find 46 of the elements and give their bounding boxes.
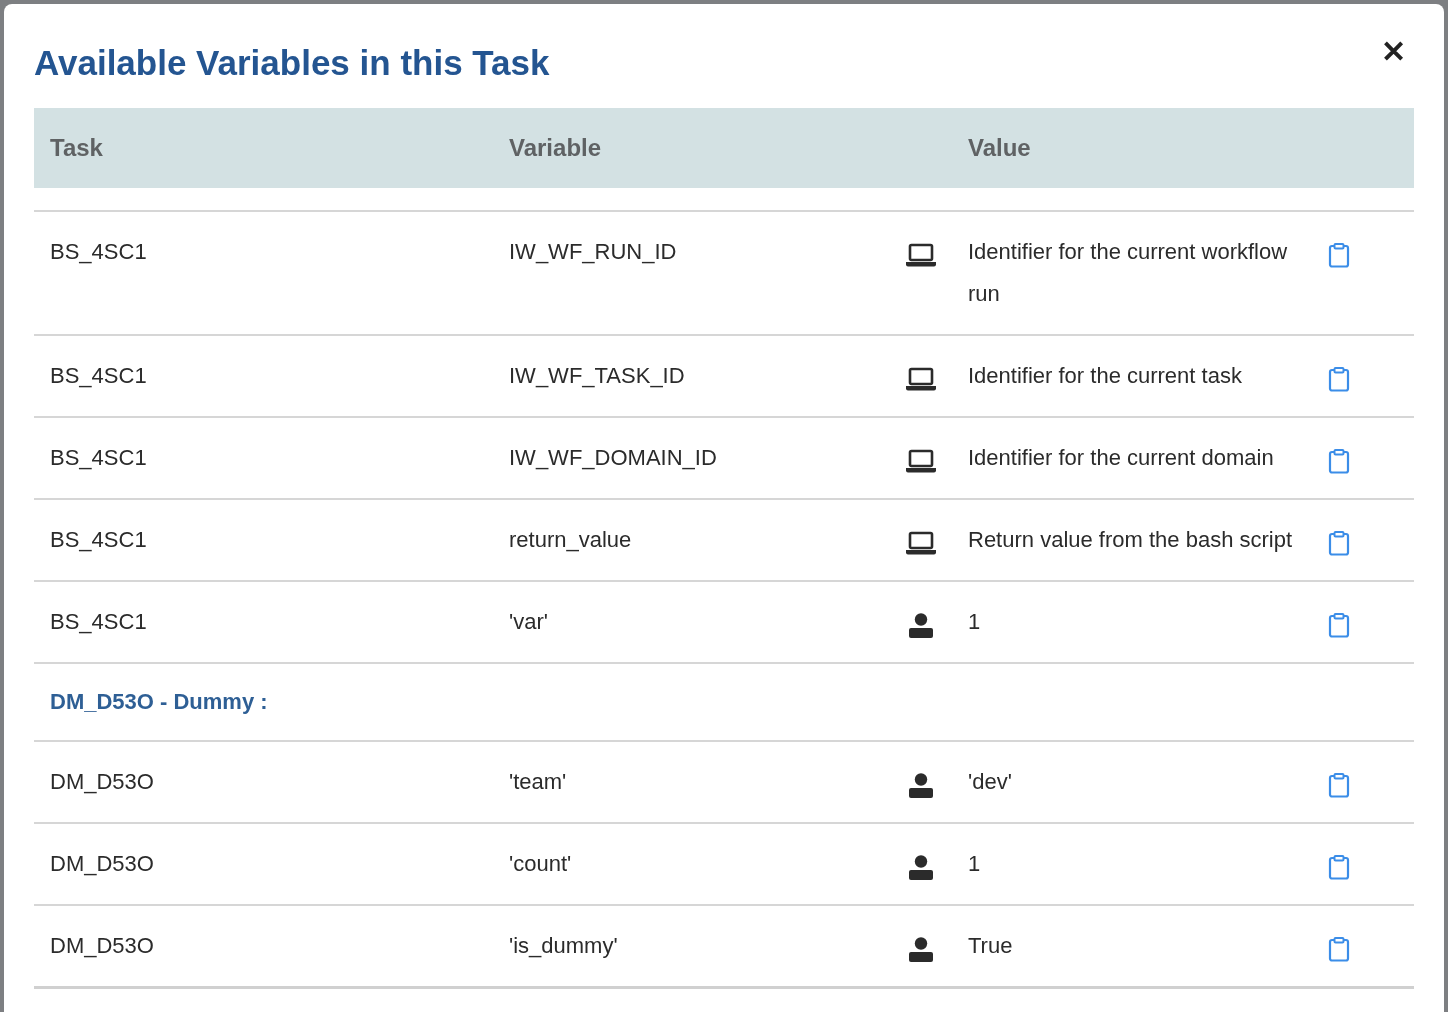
variable-cell-text: 'count' [508, 850, 573, 878]
value-cell-text: Identifier for the current domain [967, 444, 1275, 472]
laptop-icon [906, 243, 936, 267]
value-cell-text: 1 [967, 608, 982, 636]
value-cell-text: 'dev' [967, 768, 1013, 796]
laptop-icon [906, 531, 936, 555]
clipboard-icon[interactable] [1328, 612, 1350, 638]
close-button[interactable]: ✕ [1373, 33, 1414, 69]
group-heading: DM_D53O - Dummy : [50, 688, 269, 716]
task-cell-text: BS_4SC1 [49, 238, 148, 266]
variable-cell-text: 'is_dummy' [508, 932, 619, 960]
clipboard-icon[interactable] [1328, 772, 1350, 798]
value-cell-text: Identifier for the current task [967, 362, 1243, 390]
user-icon [909, 937, 933, 962]
variable-cell-text: IW_WF_RUN_ID [508, 238, 678, 266]
task-cell-text: BS_4SC1 [49, 444, 148, 472]
task-cell-text: BS_4SC1 [49, 362, 148, 390]
task-cell-text: BS_4SC1 [49, 526, 148, 554]
user-icon [909, 855, 933, 880]
value-cell-text: True [967, 932, 1014, 960]
task-cell-text: DM_D53O [49, 850, 155, 878]
task-cell-text: DM_D53O [49, 932, 155, 960]
clipboard-icon[interactable] [1328, 530, 1350, 556]
laptop-icon [906, 367, 936, 391]
value-cell-text: Return value from the bash script [967, 526, 1294, 554]
user-icon [909, 773, 933, 798]
column-header: Task [49, 134, 104, 162]
variable-cell-text: return_value [508, 526, 633, 554]
variable-cell-text: IW_WF_DOMAIN_ID [508, 444, 718, 472]
value-cell-text: 1 [967, 850, 982, 878]
modal-title: Available Variables in this Task [34, 42, 550, 83]
user-icon [909, 613, 933, 638]
variable-cell-text: 'team' [508, 768, 568, 796]
task-cell-text: BS_4SC1 [49, 608, 148, 636]
clipboard-icon[interactable] [1328, 242, 1350, 268]
column-header: Variable [508, 134, 603, 162]
task-cell-text: DM_D53O [49, 768, 155, 796]
clipboard-icon[interactable] [1328, 448, 1350, 474]
laptop-icon [906, 449, 936, 473]
clipboard-icon[interactable] [1328, 366, 1350, 392]
variable-cell-text: IW_WF_TASK_ID [508, 362, 686, 390]
value-cell-text: Identifier for the current workflow run [967, 238, 1289, 308]
clipboard-icon[interactable] [1328, 854, 1350, 880]
column-header: Value [967, 134, 1032, 162]
clipboard-icon[interactable] [1328, 936, 1350, 962]
variable-cell-text: 'var' [508, 608, 549, 636]
